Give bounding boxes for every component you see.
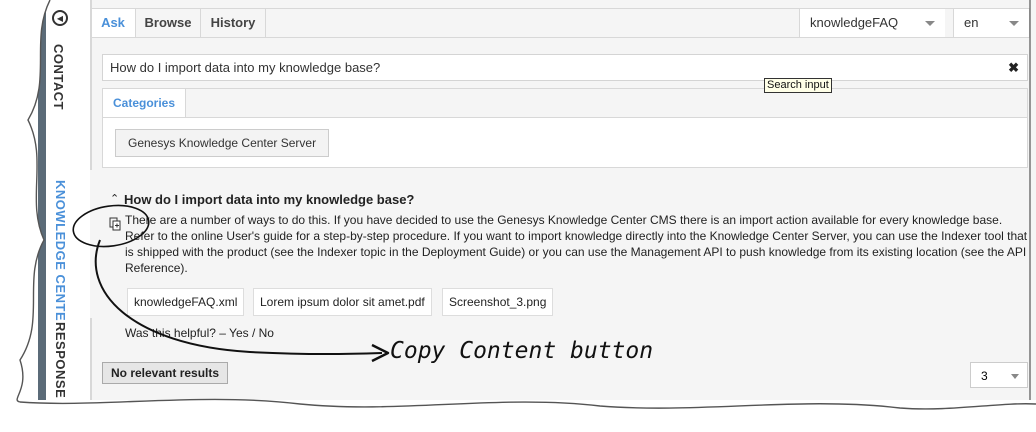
torn-paper-frame: [0, 0, 1036, 432]
